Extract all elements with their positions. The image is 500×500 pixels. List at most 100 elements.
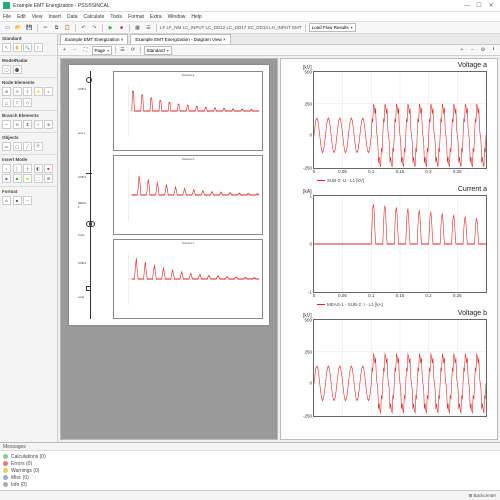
run-icon[interactable]: ▶ <box>106 23 115 32</box>
save-icon[interactable]: 💾 <box>25 23 34 32</box>
mode-item[interactable]: ⬤ <box>13 65 22 74</box>
node-el-icon[interactable]: △ <box>2 98 11 107</box>
node-el-icon[interactable]: ⊕ <box>2 87 11 96</box>
menu-window[interactable]: Window <box>168 14 186 20</box>
branch-el-icon[interactable]: ⌁ <box>34 120 43 129</box>
messages-body: Calculations (0) Errors (0) Warnings (0)… <box>0 451 500 490</box>
node-el-icon[interactable]: ◐ <box>44 87 53 96</box>
close-button[interactable]: ✕ <box>485 1 497 11</box>
rchart-current-a[interactable]: Current a [kA] 1 0 -1 0 0.05 0.1 0.15 0.… <box>289 187 489 309</box>
branch-el-icon[interactable]: ─ <box>2 120 11 129</box>
maximize-button[interactable]: ☐ <box>473 1 485 11</box>
mode-dropdown[interactable]: Standard <box>144 46 172 55</box>
msg-calculations[interactable]: Calculations (0) <box>3 453 497 460</box>
menu-insert[interactable]: Insert <box>48 14 61 20</box>
node-el-icon[interactable]: ⏚ <box>23 87 32 96</box>
cut-icon[interactable]: ✂ <box>41 23 50 32</box>
diagram-pane[interactable]: Voltage a [kV] 500 250 0 -250 0 0.05 0.1… <box>280 58 498 440</box>
error-icon <box>3 461 8 466</box>
layers-icon[interactable]: ☰ <box>144 23 153 32</box>
insert-icon[interactable]: ◧ <box>34 164 43 173</box>
tool-text-icon[interactable]: T <box>34 43 43 52</box>
statusbar: ⊞ Backcenter <box>0 490 500 500</box>
insert-icon[interactable]: ⬚ <box>34 174 43 183</box>
node-el-icon[interactable]: ⚡ <box>34 87 43 96</box>
sb-objects: Objects ▭ ◯ ╱ Ⓐ <box>0 132 57 154</box>
menu-view[interactable]: View <box>32 14 43 20</box>
rchart-voltage-a[interactable]: Voltage a [kV] 500 250 0 -250 0 0.05 0.1… <box>289 63 489 185</box>
insert-icon[interactable]: ■ <box>44 164 53 173</box>
insert-icon[interactable]: ■ <box>23 174 32 183</box>
tool-hand-icon[interactable]: ✋ <box>13 43 22 52</box>
menu-calculate[interactable]: Calculate <box>84 14 105 20</box>
panes: SUB-1 Line 1 SUB-2 MEAS-1 Trafo SUB-3 Lo… <box>58 56 500 442</box>
object-icon[interactable]: ▭ <box>2 142 11 151</box>
undo-icon[interactable]: ↶ <box>79 23 88 32</box>
msg-warnings[interactable]: Warnings (0) <box>3 467 497 474</box>
status-right[interactable]: ⊞ Backcenter <box>468 493 496 499</box>
rchart-voltage-b[interactable]: Voltage b [kV] 500 250 0 -250 <box>289 311 489 433</box>
doc-chart-a[interactable]: Current a <box>113 71 263 151</box>
mode-item[interactable]: ◯ <box>2 65 11 74</box>
network-pane[interactable]: SUB-1 Line 1 SUB-2 MEAS-1 Trafo SUB-3 Lo… <box>60 58 278 440</box>
fit-icon[interactable]: ⛶ <box>81 46 90 55</box>
results-dropdown[interactable]: Load Flow Results <box>309 23 356 32</box>
menu-tools[interactable]: Tools <box>110 14 122 20</box>
menu-file[interactable]: File <box>3 14 11 20</box>
msg-errors[interactable]: Errors (0) <box>3 460 497 467</box>
insert-icon[interactable]: ■ <box>13 174 22 183</box>
doc-chart-b[interactable]: Current b <box>113 155 263 235</box>
insert-icon[interactable]: ■ <box>2 174 11 183</box>
copy-icon[interactable]: ⧉ <box>52 23 61 32</box>
insert-icon[interactable]: • <box>2 164 11 173</box>
object-icon[interactable]: ◯ <box>13 142 22 151</box>
branch-el-icon[interactable]: ⊗ <box>44 120 53 129</box>
chart-zoomout-icon[interactable]: − <box>468 46 477 55</box>
redo-icon[interactable]: ↷ <box>90 23 99 32</box>
menu-data[interactable]: Data <box>67 14 78 20</box>
open-icon[interactable]: 📂 <box>14 23 23 32</box>
node-el-icon[interactable]: ◇ <box>23 98 32 107</box>
format-icon[interactable]: ─ <box>23 196 32 205</box>
layer-icon[interactable]: ☰ <box>118 46 127 55</box>
branch-el-icon[interactable]: ⧗ <box>23 120 32 129</box>
chart-export-icon[interactable]: ⭳ <box>489 46 498 55</box>
refresh-icon[interactable]: ⟳ <box>129 46 138 55</box>
tab-network[interactable]: Example EMT Energization × <box>60 34 128 44</box>
new-icon[interactable]: ▭ <box>3 23 12 32</box>
insert-icon[interactable]: │ <box>13 164 22 173</box>
chart-zoomin-icon[interactable]: + <box>458 46 467 55</box>
tab-diagram[interactable]: Example EMT Energization - Diagram View … <box>130 34 230 44</box>
tool-zoom-icon[interactable]: 🔍 <box>23 43 32 52</box>
legend: MEAS-1 - SUB-2: I - L1 [kA] <box>317 302 383 307</box>
msg-misc[interactable]: Misc (0) <box>3 474 497 481</box>
warning-icon <box>3 468 8 473</box>
tool-pointer-icon[interactable]: ↖ <box>2 43 11 52</box>
node-el-icon[interactable]: ▽ <box>13 98 22 107</box>
node-el-icon[interactable]: ⊖ <box>13 87 22 96</box>
menu-extra[interactable]: Extra <box>150 14 162 20</box>
menu-help[interactable]: Help <box>191 14 201 20</box>
app-window: Example EMT Energization - PSS®SINCAL — … <box>0 0 500 500</box>
menu-edit[interactable]: Edit <box>17 14 26 20</box>
stop-icon[interactable]: ■ <box>117 23 126 32</box>
msg-info[interactable]: Info (0) <box>3 481 497 488</box>
branch-el-icon[interactable]: ≋ <box>13 120 22 129</box>
format-icon[interactable]: ■ <box>13 196 22 205</box>
object-icon[interactable]: Ⓐ <box>34 142 43 151</box>
insert-icon[interactable]: ┼ <box>23 164 32 173</box>
page-dropdown[interactable]: Page <box>92 46 113 55</box>
menu-format[interactable]: Format <box>128 14 144 20</box>
chart-config-icon[interactable]: ⚙ <box>479 46 488 55</box>
grid-icon[interactable]: ▦ <box>133 23 142 32</box>
insert-icon[interactable]: ⊞ <box>44 174 53 183</box>
doc-chart-c[interactable]: Current c <box>113 239 263 319</box>
misc-icon <box>3 475 8 480</box>
format-icon[interactable]: A <box>2 196 11 205</box>
zoomin-icon[interactable]: + <box>60 46 69 55</box>
zoomout-icon[interactable]: − <box>71 46 80 55</box>
sb-insertmode: Insert Mode • │ ┼ ◧ ■ ■ ■ ■ ⬚ ⊞ <box>0 154 57 187</box>
minimize-button[interactable]: — <box>461 1 473 11</box>
paste-icon[interactable]: 📋 <box>63 23 72 32</box>
object-icon[interactable]: ╱ <box>23 142 32 151</box>
